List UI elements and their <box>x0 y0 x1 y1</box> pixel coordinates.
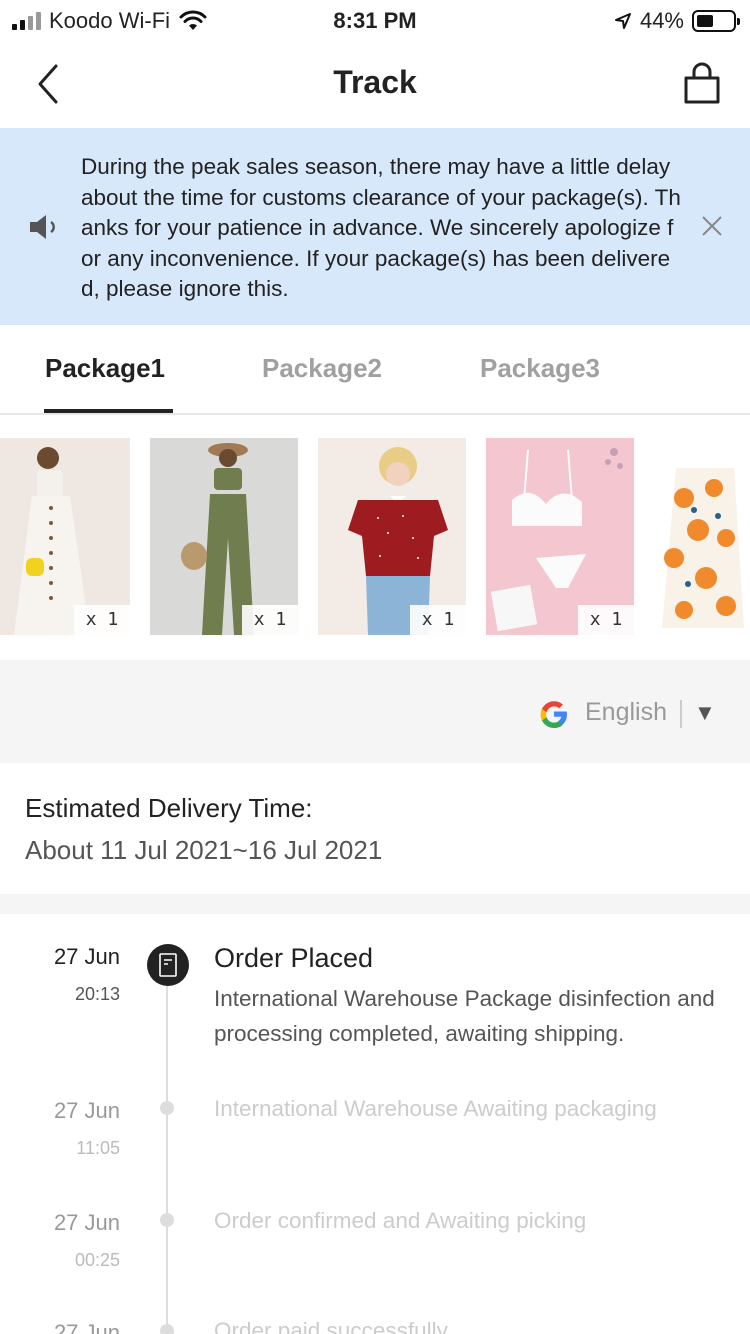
status-right: 44% <box>614 8 740 34</box>
nav-bar: Track <box>0 40 750 128</box>
language-label[interactable]: English <box>585 698 667 727</box>
event-date: 27 Jun <box>53 944 120 969</box>
product-thumbnail[interactable]: x 1 <box>0 438 130 635</box>
quantity-badge: x 1 <box>578 605 634 635</box>
close-icon[interactable] <box>700 214 724 238</box>
product-thumbnail[interactable]: x 1 <box>486 438 634 635</box>
divider <box>680 700 682 728</box>
timeline-dot <box>160 1101 174 1115</box>
event-title: International Warehouse Awaiting packagi… <box>214 1096 657 1121</box>
quantity-badge: x 1 <box>242 605 298 635</box>
quantity-badge: x 1 <box>410 605 466 635</box>
location-arrow-icon <box>614 13 631 29</box>
product-thumbnails: x 1 x 1 x 1 x 1 <box>0 438 750 635</box>
tracking-timeline: 27 Jun 20:13 Order Placed International … <box>0 914 750 1334</box>
event-date: 27 Jun <box>53 1320 120 1334</box>
status-bar: Koodo Wi-Fi 8:31 PM 44% <box>0 0 750 40</box>
timeline-dot <box>160 1324 174 1334</box>
event-date: 27 Jun <box>53 1098 120 1123</box>
battery-icon <box>692 10 740 32</box>
product-thumbnail[interactable]: x 1 <box>150 438 298 635</box>
event-time: 11:05 <box>76 1138 120 1158</box>
battery-percent: 44% <box>639 8 684 33</box>
order-document-icon <box>147 944 189 986</box>
event-time: 00:25 <box>74 1250 120 1270</box>
event-title: Order paid successfully <box>214 1318 448 1334</box>
page-title: Track <box>333 64 417 100</box>
timeline-line <box>166 984 168 1334</box>
tab-package2[interactable]: Package2 <box>262 353 382 384</box>
tab-active-indicator <box>44 409 173 413</box>
translate-bar: English ▼ <box>0 660 750 763</box>
event-description: International Warehouse Package disinfec… <box>214 986 715 1046</box>
google-icon <box>540 701 567 728</box>
event-date: 27 Jun <box>53 1210 120 1235</box>
estimate-value: About 11 Jul 2021~16 Jul 2021 <box>25 835 383 865</box>
section-divider <box>0 894 750 914</box>
estimate-label: Estimated Delivery Time: <box>25 793 313 823</box>
dropdown-arrow-icon[interactable]: ▼ <box>694 700 716 726</box>
product-thumbnail[interactable] <box>654 438 750 635</box>
product-image <box>654 438 750 635</box>
quantity-badge: x 1 <box>74 605 130 635</box>
tab-package3[interactable]: Package3 <box>480 353 600 384</box>
event-time: 20:13 <box>74 984 120 1004</box>
timeline-dot <box>160 1213 174 1227</box>
customs-notice-banner: During the peak sales season, there may … <box>0 128 750 325</box>
delivery-estimate: Estimated Delivery Time: About 11 Jul 20… <box>0 763 750 894</box>
product-thumbnail[interactable]: x 1 <box>318 438 466 635</box>
shopping-bag-icon[interactable] <box>682 62 722 106</box>
package-tabs: Package1 Package2 Package3 <box>0 325 750 415</box>
speaker-icon <box>30 215 55 239</box>
notice-text: During the peak sales season, there may … <box>81 154 681 301</box>
event-title: Order Placed <box>214 943 374 973</box>
tab-package1[interactable]: Package1 <box>45 353 165 384</box>
event-title: Order confirmed and Awaiting picking <box>214 1208 587 1233</box>
